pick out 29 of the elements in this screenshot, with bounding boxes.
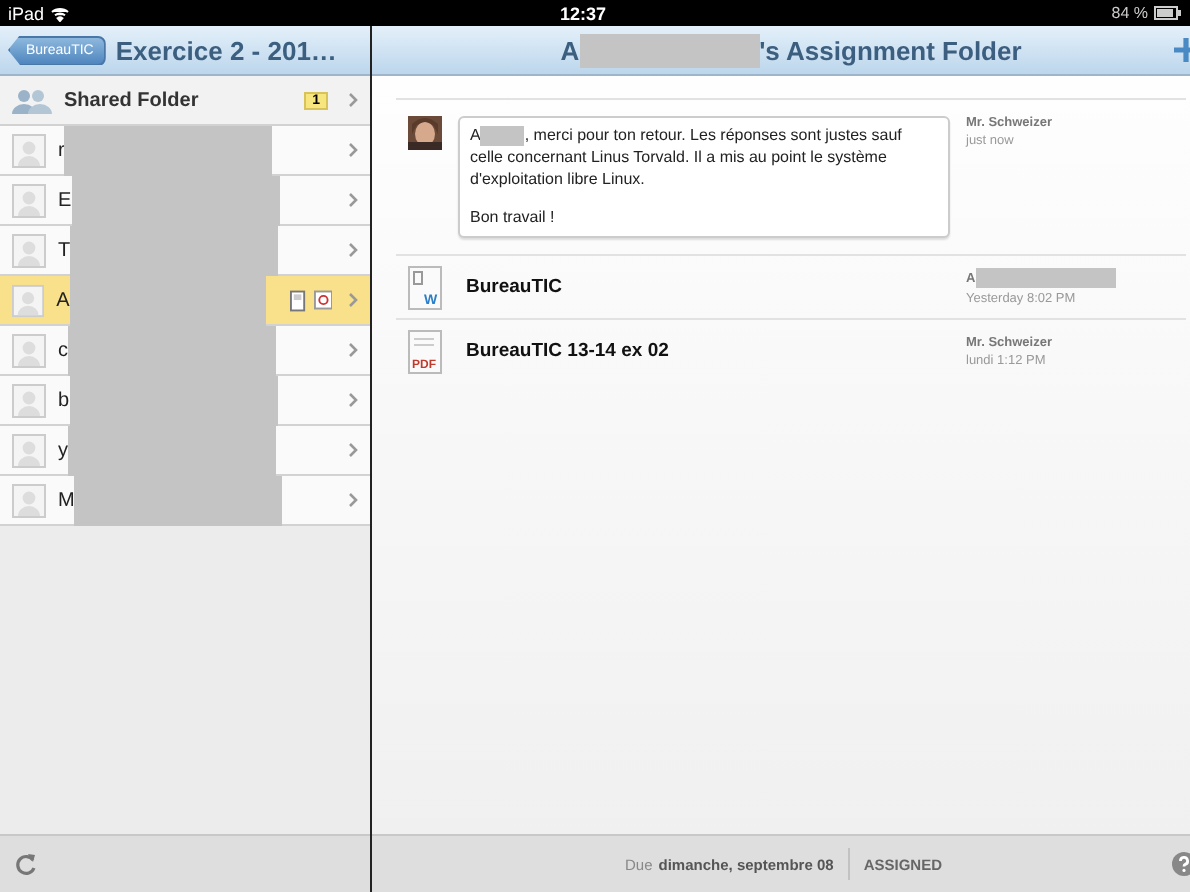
student-row[interactable]: M bbox=[0, 476, 370, 526]
student-name: M bbox=[58, 489, 75, 511]
comment-name-start: A bbox=[470, 126, 481, 145]
student-name: E bbox=[58, 189, 72, 211]
shared-folder-label: Shared Folder bbox=[64, 89, 201, 111]
student-row[interactable]: r bbox=[0, 126, 370, 176]
clock-time: 12:37 bbox=[560, 3, 607, 23]
student-row[interactable]: b bbox=[0, 376, 370, 426]
student-name: T bbox=[58, 239, 71, 261]
student-row[interactable]: c bbox=[0, 326, 370, 376]
carrier-label: iPad bbox=[8, 3, 45, 23]
comment-closing: Bon travail ! bbox=[470, 207, 557, 229]
folder-title-end: 's Assignment Folder bbox=[759, 35, 1022, 65]
student-name: y bbox=[58, 439, 68, 461]
student-row[interactable]: T bbox=[0, 226, 370, 276]
folder-title-start: A bbox=[560, 35, 580, 65]
comment-text: celle concernant Linus Torvald. Il a mis au point le système d'exploitation libre Linux. bbox=[470, 147, 889, 191]
student-name: r bbox=[58, 139, 65, 161]
assignment-title: Exercice 2 - 201… bbox=[115, 35, 337, 65]
file-name: BureauTIC bbox=[466, 276, 563, 299]
student-row[interactable]: E bbox=[0, 176, 370, 226]
student-row[interactable]: A bbox=[0, 276, 370, 326]
student-name: c bbox=[58, 339, 68, 361]
student-name: b bbox=[58, 389, 70, 411]
student-row[interactable]: y bbox=[0, 426, 370, 476]
comment-text: , merci pour ton retour. Les réponses sont justes sauf bbox=[524, 126, 902, 145]
battery-percent: 84 % bbox=[1111, 4, 1148, 22]
student-name: A bbox=[56, 289, 70, 311]
file-name: BureauTIC 13-14 ex 02 bbox=[466, 340, 669, 363]
